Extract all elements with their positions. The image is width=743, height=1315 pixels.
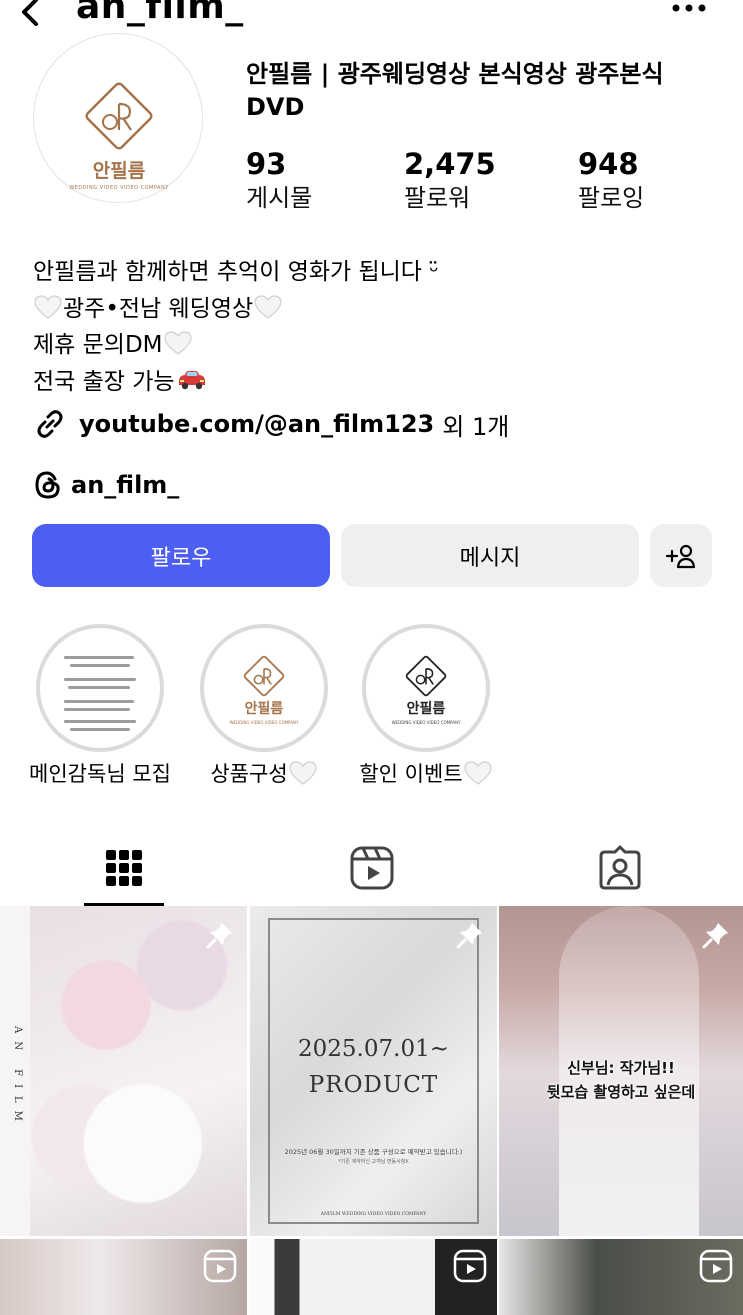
bio-line-1-text: 안필름과 함께하면 추억이 영화가 됩니다 ᵕ̈ [33, 259, 439, 285]
brand-logo-icon [405, 655, 447, 697]
bio-line-4: 전국 출장 가능 [33, 364, 439, 401]
highlight-thumbnail: 안필름 WEDDING VIDEO VIDEO COMPANY [210, 634, 318, 742]
threads-handle: an_film_ [71, 471, 180, 499]
highlight-thumbnail [46, 634, 154, 742]
bio-line-4-text: 전국 출장 가능 [33, 368, 175, 395]
pin-icon [206, 923, 232, 949]
highlight-label-text: 상품구성 [210, 762, 288, 786]
highlight-logo-subtitle: WEDDING VIDEO VIDEO COMPANY [229, 720, 299, 725]
white-heart-icon [289, 761, 317, 785]
post-thumbnail[interactable]: 신부님: 작가님!! 뒷모습 촬영하고 싶은데 [499, 906, 743, 1236]
white-heart-icon [464, 761, 492, 785]
white-heart-icon [34, 294, 62, 319]
header-username: an_film_ [76, 0, 244, 27]
reel-icon [203, 1249, 237, 1283]
highlight-recruit[interactable]: 메인감독님 모집 [29, 624, 171, 788]
stat-followers-label: 팔로워 [404, 184, 471, 212]
profile-tabs [0, 830, 743, 906]
grid-icon [106, 850, 142, 886]
highlight-discount-event[interactable]: 안필름 WEDDING VIDEO VIDEO COMPANY 할인 이벤트 [356, 624, 496, 788]
post-thumbnail[interactable] [0, 1239, 247, 1315]
back-arrow-icon[interactable] [14, 0, 44, 30]
post-thumbnail[interactable]: 2025.07.01~ PRODUCT 2025년 06월 30일까지 기존 상… [250, 906, 497, 1236]
pin-icon [702, 923, 728, 949]
highlight-logo-word: 안필름 [406, 701, 446, 717]
message-button[interactable]: 메시지 [341, 524, 639, 587]
stat-followers-count: 2,475 [404, 147, 496, 181]
avatar-logo-word: 안필름 [92, 160, 146, 182]
pin-icon [456, 923, 482, 949]
post-caption-line: 뒷모습 촬영하고 싶은데 [546, 1083, 696, 1101]
follow-button[interactable]: 팔로우 [32, 524, 330, 587]
profile-bio: 안필름과 함께하면 추억이 영화가 됩니다 ᵕ̈ 광주•전남 웨딩영상 제휴 문… [33, 254, 439, 400]
post-thumbnail[interactable] [250, 1239, 497, 1315]
posts-grid: AN FILM 2025.07.01~ PRODUCT 2025년 06월 30… [0, 906, 743, 1315]
stat-following-count: 948 [578, 147, 639, 181]
stat-following[interactable]: 948 팔로잉 [578, 146, 644, 214]
post-thumbnail[interactable]: AN FILM [0, 906, 247, 1236]
white-heart-icon [163, 331, 192, 355]
post-small-text: 2025년 06월 30일까지 기존 상품 구성으로 예약받고 있습니다:) [284, 1148, 463, 1156]
tab-reels[interactable] [248, 830, 496, 906]
stat-posts-count: 93 [246, 147, 287, 181]
bio-line-1: 안필름과 함께하면 추억이 영화가 됩니다 ᵕ̈ [33, 254, 439, 291]
suggested-users-button[interactable] [650, 524, 712, 587]
post-photo [30, 906, 247, 1236]
tab-tagged[interactable] [496, 830, 743, 906]
highlight-ring [36, 624, 164, 752]
bio-line-2: 광주•전남 웨딩영상 [33, 291, 439, 328]
highlight-logo-word: 안필름 [244, 701, 284, 717]
bio-line-3: 제휴 문의DM [33, 327, 439, 364]
brand-logo-icon [243, 655, 285, 697]
bio-line-3-text: 제휴 문의DM [33, 332, 163, 358]
highlight-thumbnail: 안필름 WEDDING VIDEO VIDEO COMPANY [372, 634, 480, 742]
highlight-label-text: 할인 이벤트 [359, 762, 463, 786]
highlight-logo-subtitle: WEDDING VIDEO VIDEO COMPANY [391, 720, 461, 725]
post-small-text: *기존 계약하신 고객님 변동사항X [338, 1159, 409, 1165]
profile-avatar[interactable]: 안필름 WEDDING VIDEO VIDEO COMPANY [33, 33, 203, 203]
bio-line-2-text: 광주•전남 웨딩영상 [63, 295, 254, 322]
post-thumbnail[interactable] [499, 1239, 743, 1315]
post-footer-text: ANFILM WEDDING VIDEO VIDEO COMPANY [320, 1212, 427, 1217]
profile-link[interactable]: youtube.com/@an_film123 외 1개 [33, 404, 509, 444]
post-frame [268, 918, 479, 1224]
tagged-person-icon [599, 845, 641, 890]
highlight-products[interactable]: 안필름 WEDDING VIDEO VIDEO COMPANY 상품구성 [194, 624, 334, 788]
reel-icon [453, 1249, 487, 1283]
stat-followers[interactable]: 2,475 팔로워 [404, 146, 496, 214]
reel-icon [699, 1249, 733, 1283]
brand-logo-icon [85, 82, 153, 150]
highlight-label: 할인 이벤트 [356, 758, 496, 788]
reels-icon [350, 846, 394, 890]
car-icon [178, 370, 205, 389]
link-url[interactable]: youtube.com/@an_film123 [79, 410, 434, 438]
highlight-ring: 안필름 WEDDING VIDEO VIDEO COMPANY [362, 624, 490, 752]
stat-posts-label: 게시물 [246, 184, 313, 212]
post-caption: 신부님: 작가님!! 뒷모습 촬영하고 싶은데 [499, 1056, 743, 1104]
highlight-ring: 안필름 WEDDING VIDEO VIDEO COMPANY [200, 624, 328, 752]
highlight-label-text: 메인감독님 모집 [29, 762, 171, 786]
post-caption-line: 신부님: 작가님!! [567, 1059, 675, 1077]
threads-badge[interactable]: an_film_ [33, 466, 179, 504]
stat-following-label: 팔로잉 [578, 184, 645, 212]
threads-icon [35, 471, 60, 499]
post-date-text: 2025.07.01~ [298, 1036, 449, 1062]
link-icon [37, 410, 63, 438]
avatar-logo-subtitle: WEDDING VIDEO VIDEO COMPANY [69, 185, 169, 191]
more-options-icon[interactable] [671, 2, 707, 14]
add-person-icon [665, 544, 696, 568]
post-brand-vertical-text: AN FILM [12, 1026, 23, 1129]
profile-display-name: 안필름 | 광주웨딩영상 본식영상 광주본식 DVD [246, 60, 664, 121]
highlight-label: 상품구성 [194, 758, 334, 788]
tab-posts-grid[interactable] [0, 830, 248, 906]
stat-posts[interactable]: 93 게시물 [246, 146, 312, 214]
highlight-label: 메인감독님 모집 [29, 758, 171, 788]
post-product-text: PRODUCT [308, 1072, 439, 1098]
link-more-count[interactable]: 외 1개 [442, 407, 509, 442]
white-heart-icon [254, 294, 282, 319]
